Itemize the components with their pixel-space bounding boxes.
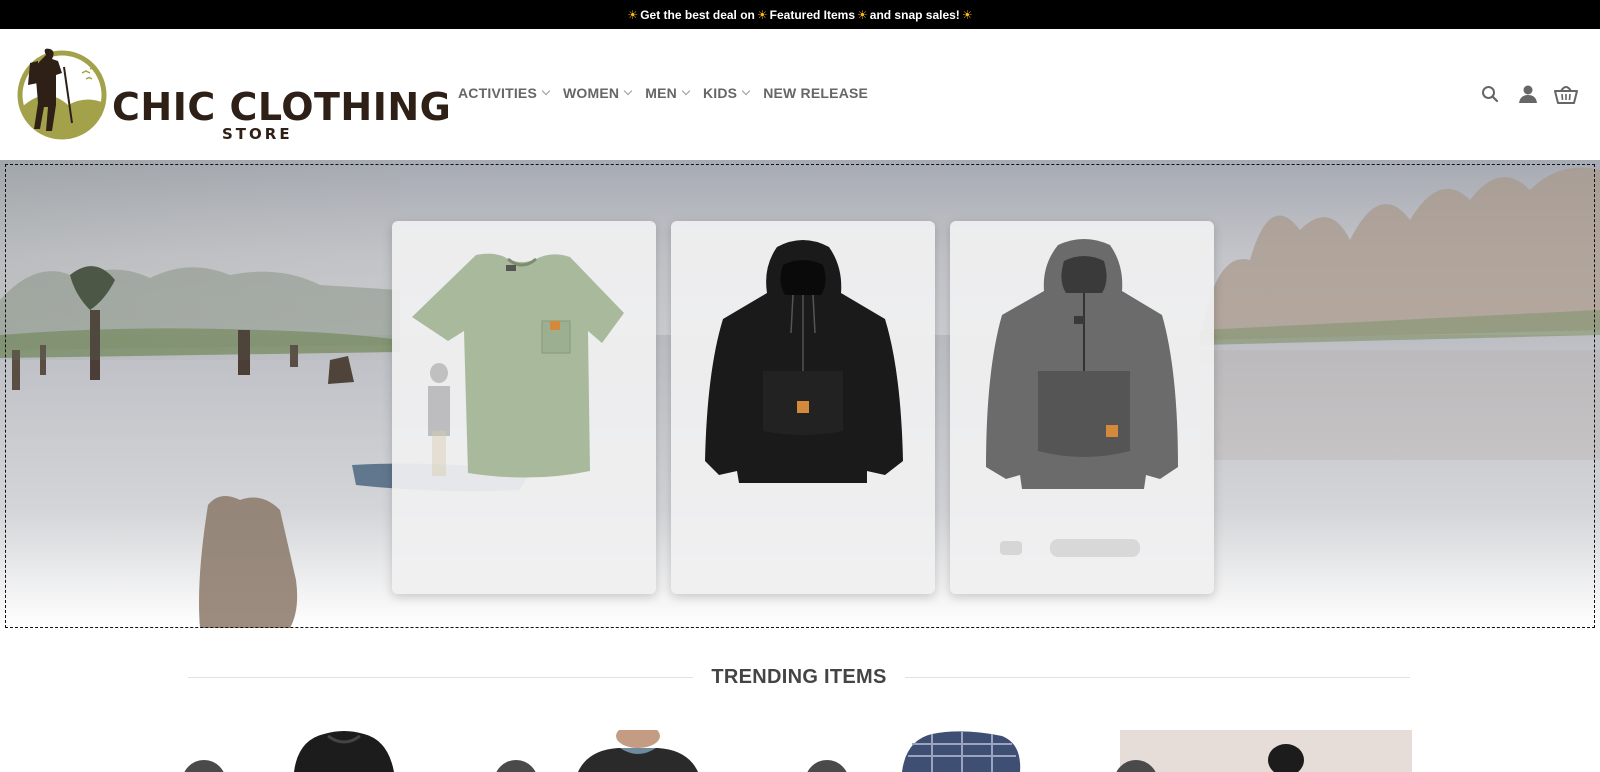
nav-label: MEN [645,85,677,101]
sun-icon: ☀ [756,7,768,22]
promo-text-after: and snap sales! [869,7,960,22]
account-icon[interactable] [1516,82,1540,106]
main-nav: ACTIVITIES WOMEN MEN KIDS NEW RELEASE [458,85,868,101]
chevron-down-icon [623,86,633,96]
trending-heading: TRENDING ITEMS [188,666,1411,689]
promo-featured-link[interactable]: Featured Items [770,8,855,22]
black-hoodie-image [705,240,903,483]
sun-icon: ☀ [627,7,639,22]
hero-card-hoodie[interactable] [671,221,935,594]
sun-icon: ☀ [961,7,973,22]
chevron-down-icon [541,86,551,96]
promo-bar: ☀ Get the best deal on ☀ Featured Items … [0,0,1600,29]
nav-item-kids[interactable]: KIDS [702,85,751,101]
logo-subtitle: STORE [222,125,293,143]
search-icon[interactable] [1478,82,1502,106]
chevron-down-icon [681,86,691,96]
hero-card-tshirt[interactable] [392,221,656,594]
product-image [1268,744,1304,772]
hiker-logo-icon [17,48,107,140]
header-actions [1478,82,1578,106]
product-card[interactable] [284,730,404,772]
trending-products [0,730,1600,772]
hero-card-anorak[interactable] [950,221,1214,594]
product-card[interactable] [1120,730,1412,772]
product-card[interactable] [578,730,698,772]
nav-item-men[interactable]: MEN [645,85,691,101]
divider [188,677,694,678]
nav-label: NEW RELEASE [763,85,869,101]
logo[interactable]: CHIC CLOTHING STORE [16,45,451,145]
chevron-down-icon [741,86,751,96]
divider [904,677,1411,678]
product-image [294,731,394,772]
cart-icon[interactable] [1554,82,1578,106]
product-card[interactable] [902,730,1022,772]
nav-item-new-release[interactable]: NEW RELEASE [763,85,868,101]
nav-item-activities[interactable]: ACTIVITIES [458,85,551,101]
hero-banner [0,160,1600,628]
green-tshirt-image [412,253,624,478]
nav-item-women[interactable]: WOMEN [563,85,633,101]
nav-label: ACTIVITIES [458,85,538,101]
gray-anorak-image [986,239,1178,557]
promo-text-before: Get the best deal on [640,7,755,22]
section-title: TRENDING ITEMS [711,666,887,688]
nav-label: KIDS [702,85,738,101]
product-image [902,731,1021,772]
site-header: CHIC CLOTHING STORE ACTIVITIES WOMEN MEN… [0,29,1600,157]
sun-icon: ☀ [857,7,868,22]
logo-title: CHIC CLOTHING [112,85,452,129]
product-image [578,730,698,772]
nav-label: WOMEN [563,85,620,101]
